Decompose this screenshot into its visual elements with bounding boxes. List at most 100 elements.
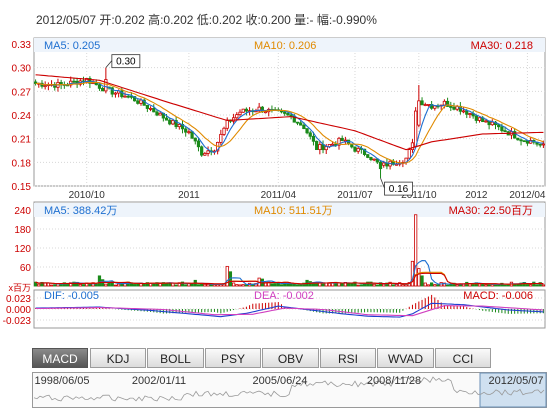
candle-body — [295, 121, 300, 124]
timeline-label: 2005/06/24 — [252, 375, 307, 387]
candle-body — [305, 128, 309, 134]
tab-boll[interactable]: BOLL — [147, 348, 204, 368]
volume-ytick-label: 120 — [14, 244, 31, 255]
candle-body — [378, 161, 383, 170]
candle-body — [123, 95, 127, 98]
volume-bar — [200, 283, 204, 287]
price-xtick-label: 2011/07 — [337, 190, 373, 201]
candle-body — [468, 113, 472, 115]
candle-body — [340, 137, 344, 141]
candle-body — [145, 104, 149, 109]
price-ytick-label: 0.24 — [12, 111, 32, 122]
stock-chart[interactable]: 0.33 0.30 0.27 0.24 0.21 0.18 0.15 2010/10 2011 2… — [0, 26, 549, 348]
tab-psy[interactable]: PSY — [205, 348, 261, 368]
candle-body — [238, 111, 242, 116]
volume-bar — [503, 284, 507, 287]
volume-bar — [420, 275, 424, 287]
timeline-label: 1998/06/05 — [34, 375, 89, 387]
volume-bar — [78, 284, 82, 287]
volume-bar — [238, 284, 242, 287]
tab-macd[interactable]: MACD — [32, 348, 88, 368]
volume-bar — [88, 283, 92, 287]
candle-body — [193, 137, 197, 142]
volume-bar — [174, 284, 178, 287]
volume-bar — [436, 284, 440, 287]
volume-bar — [541, 284, 546, 287]
candle-body — [382, 162, 386, 166]
candle-body — [302, 124, 306, 130]
volume-bar — [404, 284, 408, 287]
candle-body — [196, 140, 201, 148]
candle-body — [308, 132, 312, 137]
volume-bar — [206, 283, 210, 287]
candle-body — [423, 104, 427, 106]
volume-ma5-label: MA5: 388.42万 — [44, 205, 117, 217]
volume-bar — [43, 282, 47, 287]
candle-body — [187, 131, 191, 134]
volume-bar — [372, 283, 376, 287]
candle-body — [72, 80, 76, 83]
candle-body — [155, 111, 159, 116]
candle-body — [235, 114, 239, 119]
candle-body — [331, 143, 335, 146]
macd-ytick-label: 0.000 — [6, 305, 31, 316]
candle-body — [315, 140, 319, 151]
timeline-navigator[interactable]: 1998/06/05 2002/01/11 2005/06/24 2008/11/28… — [32, 372, 547, 408]
candle-body — [203, 153, 207, 156]
tab-cci[interactable]: CCI — [435, 348, 491, 368]
volume-ytick-label: 60 — [20, 263, 32, 274]
volume-bar — [184, 284, 188, 287]
candle-body — [152, 107, 156, 113]
tab-obv[interactable]: OBV — [262, 348, 319, 368]
tab-rsi[interactable]: RSI — [320, 348, 376, 368]
volume-bar — [113, 284, 118, 287]
volume-bar — [152, 283, 156, 287]
candle-body — [104, 79, 108, 92]
candle-body — [356, 148, 360, 152]
volume-bar — [359, 284, 363, 287]
indicator-tabs: MACD KDJ BOLL PSY OBV RSI WVAD CCI — [32, 348, 547, 369]
volume-bar — [273, 283, 277, 287]
candle-body — [343, 139, 348, 142]
candle-body — [407, 149, 411, 159]
candle-body — [286, 113, 290, 116]
candle-body — [171, 120, 175, 125]
tab-kdj[interactable]: KDJ — [90, 348, 146, 368]
volume-bar — [94, 283, 98, 287]
volume-bar — [426, 284, 431, 287]
volume-bar — [97, 275, 102, 287]
macd-ytick-label: -0.023 — [3, 316, 32, 327]
volume-bar — [321, 283, 325, 287]
volume-bar — [171, 282, 175, 287]
candle-body — [366, 154, 370, 158]
volume-bar — [53, 284, 57, 287]
candle-body — [538, 143, 542, 146]
candle-body — [283, 111, 287, 114]
volume-bar — [270, 283, 274, 287]
ma5-label: MA5: 0.205 — [44, 40, 100, 52]
candle-body — [426, 104, 431, 106]
volume-bar — [356, 284, 360, 287]
price-xtick-label: 2012/04 — [509, 190, 546, 201]
volume-bar — [49, 284, 54, 287]
volume-unit-label: x百万 — [8, 283, 31, 293]
tab-wvad[interactable]: WVAD — [377, 348, 434, 368]
annotation-label: 0.16 — [389, 184, 409, 195]
quote-header: 2012/05/07 开:0.202 高:0.202 低:0.202 收:0.2… — [0, 0, 549, 27]
candle-body — [244, 108, 248, 112]
candle-body — [372, 158, 376, 161]
volume-bar — [235, 284, 239, 287]
volume-bar — [295, 284, 300, 287]
price-ytick-label: 0.21 — [12, 135, 32, 146]
ma30-label: MA30: 0.218 — [471, 40, 533, 52]
candle-body — [43, 85, 47, 88]
candle-body — [369, 157, 373, 160]
candle-body — [206, 150, 210, 154]
candle-body — [126, 95, 130, 98]
candle-body — [324, 146, 328, 151]
volume-bar — [382, 283, 386, 287]
candle-body — [222, 127, 226, 135]
candle-body — [394, 163, 399, 166]
ma10-label: MA10: 0.206 — [254, 40, 316, 52]
candle-body — [129, 95, 134, 98]
